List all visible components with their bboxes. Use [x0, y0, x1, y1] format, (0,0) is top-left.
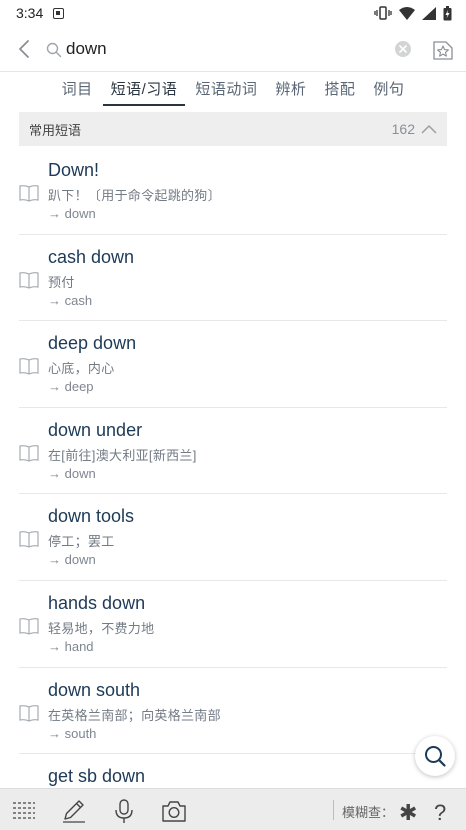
book-icon	[19, 358, 39, 375]
tab-bar: 词目 短语/习语 短语动词 辨析 搭配 例句	[0, 72, 466, 108]
book-icon	[19, 271, 39, 289]
list-item[interactable]: down under 在[前往]澳大利亚[新西兰] → down	[19, 408, 447, 495]
pen-icon[interactable]	[61, 798, 87, 824]
list-item[interactable]: Down! 趴下！〔用于命令起跳的狗〕 → down	[19, 148, 447, 235]
book-icon	[19, 444, 39, 462]
wifi-icon	[399, 6, 415, 20]
tab-collocations[interactable]: 搭配	[316, 72, 363, 106]
list-item[interactable]: down south 在英格兰南部；向英格兰南部 → south	[19, 668, 447, 755]
notification-icon	[53, 7, 65, 19]
search-fab[interactable]	[415, 736, 455, 776]
chevron-up-icon[interactable]	[421, 124, 437, 134]
battery-icon	[443, 5, 452, 20]
search-fab-icon	[425, 746, 446, 767]
tab-synonyms[interactable]: 辨析	[267, 72, 314, 106]
book-icon	[19, 185, 39, 202]
phrase-word: down south	[48, 679, 141, 700]
phrase-list: Down! 趴下！〔用于命令起跳的狗〕 → down cash down 预付 …	[0, 148, 466, 804]
vibrate-icon	[374, 6, 392, 20]
tab-entries[interactable]: 词目	[54, 72, 101, 106]
list-item[interactable]: deep down 心底，内心 → deep	[19, 321, 447, 408]
clear-icon[interactable]	[395, 41, 411, 57]
phrase-word: down under	[48, 419, 143, 440]
book-icon	[19, 618, 39, 635]
menu-icon[interactable]	[11, 798, 37, 824]
section-count: 162	[391, 121, 415, 137]
phrase-word: hands down	[48, 592, 146, 613]
status-icons	[374, 5, 452, 21]
phrase-ref[interactable]: → down	[48, 466, 96, 481]
phrase-word: down tools	[48, 506, 135, 527]
wildcard-star-button[interactable]: ✱	[399, 800, 417, 826]
status-bar: 3:34	[0, 0, 466, 26]
toolbar-divider	[333, 800, 334, 820]
phrase-meaning: 在英格兰南部；向英格兰南部	[48, 707, 221, 723]
section-title: 常用短语	[29, 122, 82, 138]
wildcard-question-button[interactable]: ?	[434, 800, 446, 826]
phrase-meaning: 趴下！〔用于命令起跳的狗〕	[48, 188, 221, 203]
signal-icon	[422, 6, 436, 20]
phrase-word: Down!	[48, 160, 100, 180]
star-icon[interactable]	[431, 38, 455, 62]
phrase-ref[interactable]: → deep	[48, 379, 94, 394]
search-icon	[46, 42, 62, 58]
phrase-word: get sb down	[48, 766, 146, 787]
phrase-ref[interactable]: → down	[48, 552, 96, 567]
search-input[interactable]	[66, 36, 366, 62]
mic-icon[interactable]	[111, 798, 137, 824]
list-item[interactable]: down tools 停工；罢工 → down	[19, 494, 447, 581]
phrase-meaning: 轻易地，不费力地	[48, 620, 155, 636]
phrase-ref[interactable]: → cash	[48, 293, 92, 308]
phrase-word: deep down	[48, 333, 137, 354]
book-icon	[19, 704, 39, 722]
list-item[interactable]: hands down 轻易地，不费力地 → hand	[19, 581, 447, 668]
book-icon	[19, 531, 39, 549]
list-item[interactable]: cash down 预付 → cash	[19, 235, 447, 322]
fuzzy-search-label: 模糊查：	[342, 805, 395, 820]
bottom-toolbar: 模糊查： ✱ ?	[0, 788, 466, 830]
phrase-word: cash down	[48, 246, 135, 267]
search-bar	[0, 26, 466, 72]
tab-examples[interactable]: 例句	[365, 72, 412, 106]
phrase-meaning: 心底，内心	[48, 361, 115, 377]
phrase-meaning: 停工；罢工	[48, 534, 115, 550]
tab-phrases-idioms[interactable]: 短语/习语	[102, 72, 186, 106]
camera-icon[interactable]	[161, 798, 187, 824]
phrase-ref[interactable]: → south	[48, 726, 96, 741]
status-time: 3:34	[16, 5, 44, 21]
tab-phrasal-verbs[interactable]: 短语动词	[187, 72, 265, 106]
phrase-meaning: 在[前往]澳大利亚[新西兰]	[48, 447, 197, 463]
phrase-ref[interactable]: → down	[48, 206, 96, 221]
back-icon[interactable]	[14, 38, 34, 60]
phrase-meaning: 预付	[48, 274, 75, 290]
section-header[interactable]: 常用短语 162	[19, 112, 447, 146]
phrase-ref[interactable]: → hand	[48, 639, 94, 654]
